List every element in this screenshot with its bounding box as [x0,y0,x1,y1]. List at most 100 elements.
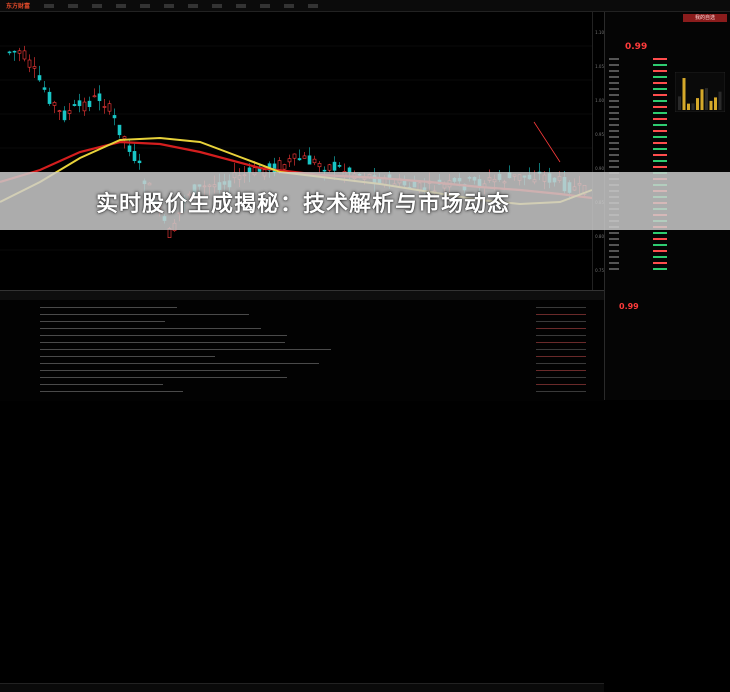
row-value [653,70,667,72]
menu-item[interactable] [164,3,175,8]
log-entry-value [536,335,586,336]
trading-app: 东方财富 1.10 1.05 1.00 0.95 0.90 0.85 0.80 … [0,0,730,692]
mini-volume-chart [675,72,725,112]
menu-item[interactable] [284,3,295,8]
mini-bar [687,103,690,110]
log-entry-value [536,391,586,392]
log-entry [40,377,287,378]
log-entry [40,363,319,364]
candle-body [17,50,22,54]
candle-body [132,151,137,162]
candle-body [27,59,32,68]
row-value [653,100,667,102]
log-entry [40,391,184,392]
row-label [609,94,619,96]
candle-body [332,161,337,171]
candle-body [32,66,37,69]
row-value [653,244,667,246]
candle-body [92,95,97,98]
log-entry-value [536,328,586,329]
candle-body [72,104,77,106]
log-entry [40,307,177,308]
last-price-repeat: 0.99 [619,302,639,311]
candle-body [47,91,52,104]
row-value [653,268,667,270]
banner-title: 实时股价生成揭秘：技术解析与市场动态 [96,192,511,217]
candle-body [297,158,302,161]
row-value [653,256,667,258]
candle-body [112,115,117,119]
trade-log-panel [0,290,604,692]
status-bar [0,683,604,692]
row-label [609,148,619,150]
row-value [653,76,667,78]
candlestick-chart[interactable] [0,12,604,290]
menu-item[interactable] [188,3,199,8]
log-entry-value [536,356,586,357]
row-label [609,232,619,234]
candle-body [337,165,342,167]
watchlist-tab[interactable]: 我的自选 [683,14,727,22]
candle-body [82,101,87,112]
log-entry [40,328,262,329]
log-entry [40,384,163,385]
menu-item[interactable] [116,3,127,8]
row-value [653,232,667,234]
candle-body [127,145,132,152]
menu-item[interactable] [260,3,271,8]
menu-item[interactable] [212,3,223,8]
candle-body [312,158,317,164]
menu-item[interactable] [44,3,55,8]
price-axis-label: 0.95 [595,132,604,137]
row-label [609,124,619,126]
candle-body [107,103,112,112]
row-value [653,64,667,66]
candle-body [277,160,282,171]
row-label [609,136,619,138]
menu-item[interactable] [68,3,79,8]
candle-body [97,93,102,102]
mini-bar [705,88,708,110]
row-label [609,142,619,144]
log-entry [40,314,250,315]
app-logo: 东方财富 [6,3,31,10]
candle-body [67,110,72,114]
candle-body [42,87,47,90]
row-label [609,256,619,258]
row-label [609,244,619,246]
row-label [609,154,619,156]
log-entry-value [536,370,586,371]
menu-item[interactable] [140,3,151,8]
row-value [653,154,667,156]
row-label [609,118,619,120]
log-entry [40,321,166,322]
row-label [609,250,619,252]
menu-item[interactable] [236,3,247,8]
log-entry [40,370,280,371]
mini-bar [682,78,686,110]
menu-item[interactable] [92,3,103,8]
candle-body [327,164,332,171]
row-label [609,262,619,264]
candle-body [12,50,17,53]
price-axis-label: 0.90 [595,166,604,171]
row-label [609,76,619,78]
candle-body [137,160,142,164]
row-label [609,268,619,270]
row-value [653,166,667,168]
row-label [609,100,619,102]
log-entry [40,335,288,336]
row-label [609,88,619,90]
candle-body [62,110,67,121]
row-label [609,58,619,60]
candle-body [292,153,297,159]
row-label [609,166,619,168]
row-value [653,262,667,264]
candle-body [77,100,82,107]
candle-body [87,100,92,108]
mini-bar [714,97,717,110]
log-entry [40,342,285,343]
row-value [653,58,667,60]
menu-item[interactable] [308,3,319,8]
row-label [609,82,619,84]
